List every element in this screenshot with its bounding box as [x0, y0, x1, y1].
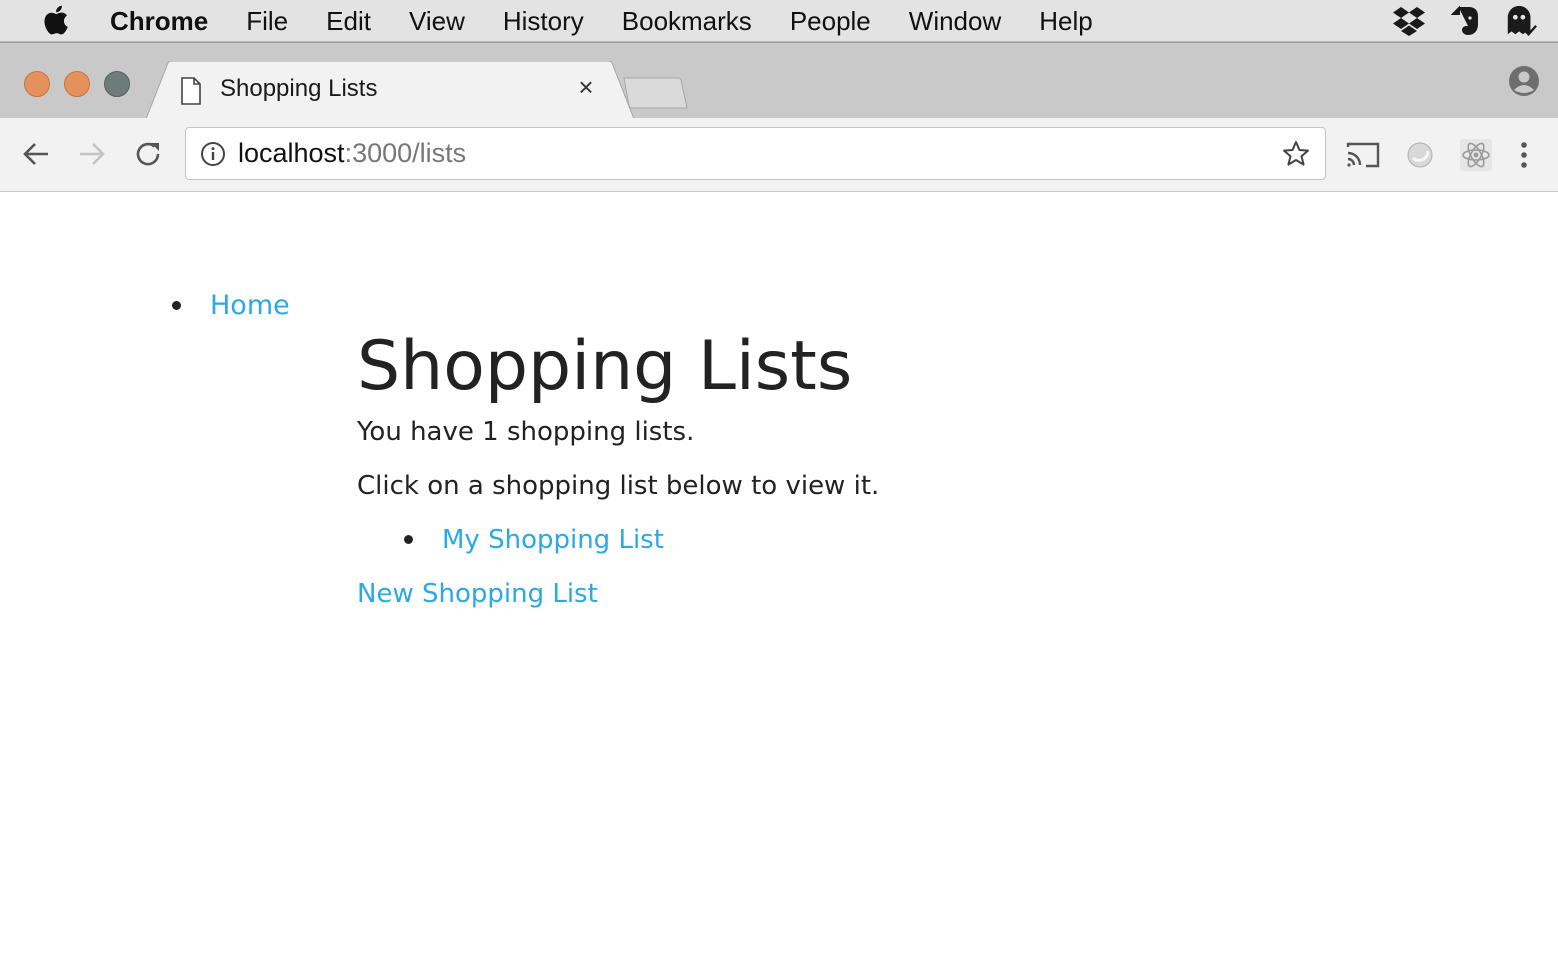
shopping-lists: My Shopping List [357, 513, 879, 567]
macos-menu-bar: Chrome File Edit View History Bookmarks … [0, 0, 1558, 42]
list-item: My Shopping List [357, 513, 879, 567]
menu-window[interactable]: Window [909, 6, 1001, 37]
menu-chrome[interactable]: Chrome [110, 6, 208, 37]
shopping-list-link[interactable]: My Shopping List [442, 513, 664, 567]
window-close-button[interactable] [24, 71, 50, 97]
window-minimize-button[interactable] [64, 71, 90, 97]
react-devtools-icon[interactable] [1459, 138, 1493, 172]
dropbox-icon[interactable] [1392, 4, 1426, 38]
browser-toolbar: localhost:3000/lists [0, 118, 1558, 192]
window-maximize-button[interactable] [104, 71, 130, 97]
home-link[interactable]: Home [210, 290, 290, 321]
chrome-menu-icon[interactable] [1507, 138, 1541, 172]
profile-icon[interactable] [1508, 65, 1540, 97]
forward-button[interactable] [76, 138, 108, 170]
tab-close-icon[interactable]: × [574, 74, 598, 100]
active-tab[interactable]: Shopping Lists × [146, 61, 634, 119]
list-count-text: You have 1 shopping lists. [357, 416, 695, 447]
menu-list: Chrome File Edit View History Bookmarks … [110, 0, 1131, 42]
nav-item-home: Home [172, 290, 290, 321]
apple-logo-icon[interactable] [40, 4, 70, 36]
address-bar[interactable]: localhost:3000/lists [185, 127, 1326, 180]
new-tab-button[interactable] [620, 77, 688, 109]
main-section: Shopping Lists You have 1 shopping lists… [357, 327, 880, 621]
evernote-icon[interactable] [1448, 4, 1482, 38]
list-bullet [404, 535, 413, 545]
instruction-text: Click on a shopping list below to view i… [357, 470, 880, 501]
bookmark-star-icon[interactable] [1281, 139, 1311, 169]
tab-strip: Shopping Lists × [0, 42, 1558, 119]
menu-people[interactable]: People [790, 6, 871, 37]
menu-history[interactable]: History [503, 6, 584, 37]
menu-bookmarks[interactable]: Bookmarks [622, 6, 752, 37]
page-icon [181, 77, 201, 105]
arrow-left-icon [23, 143, 48, 165]
url-host: localhost [238, 138, 345, 168]
menu-help[interactable]: Help [1039, 6, 1092, 37]
url-path: :3000/lists [344, 138, 467, 168]
arrow-right-icon [80, 143, 105, 165]
list-bullet [172, 301, 181, 310]
back-button[interactable] [20, 138, 52, 170]
page-content: Home Shopping Lists You have 1 shopping … [0, 192, 1558, 976]
extension-sphere-icon[interactable] [1403, 138, 1437, 172]
status-tray [1392, 0, 1538, 42]
menu-edit[interactable]: Edit [326, 6, 371, 37]
tab-title: Shopping Lists [220, 75, 378, 102]
cast-icon[interactable] [1346, 138, 1380, 172]
site-nav: Home [172, 290, 290, 321]
menu-file[interactable]: File [246, 6, 288, 37]
reload-button[interactable] [132, 138, 164, 170]
menu-view[interactable]: View [409, 6, 465, 37]
page-title: Shopping Lists [357, 327, 853, 406]
new-shopping-list-link[interactable]: New Shopping List [357, 567, 879, 621]
ghost-icon[interactable] [1504, 4, 1538, 38]
url-text: localhost:3000/lists [238, 138, 466, 169]
info-icon[interactable] [200, 141, 226, 167]
reload-icon [136, 142, 160, 166]
